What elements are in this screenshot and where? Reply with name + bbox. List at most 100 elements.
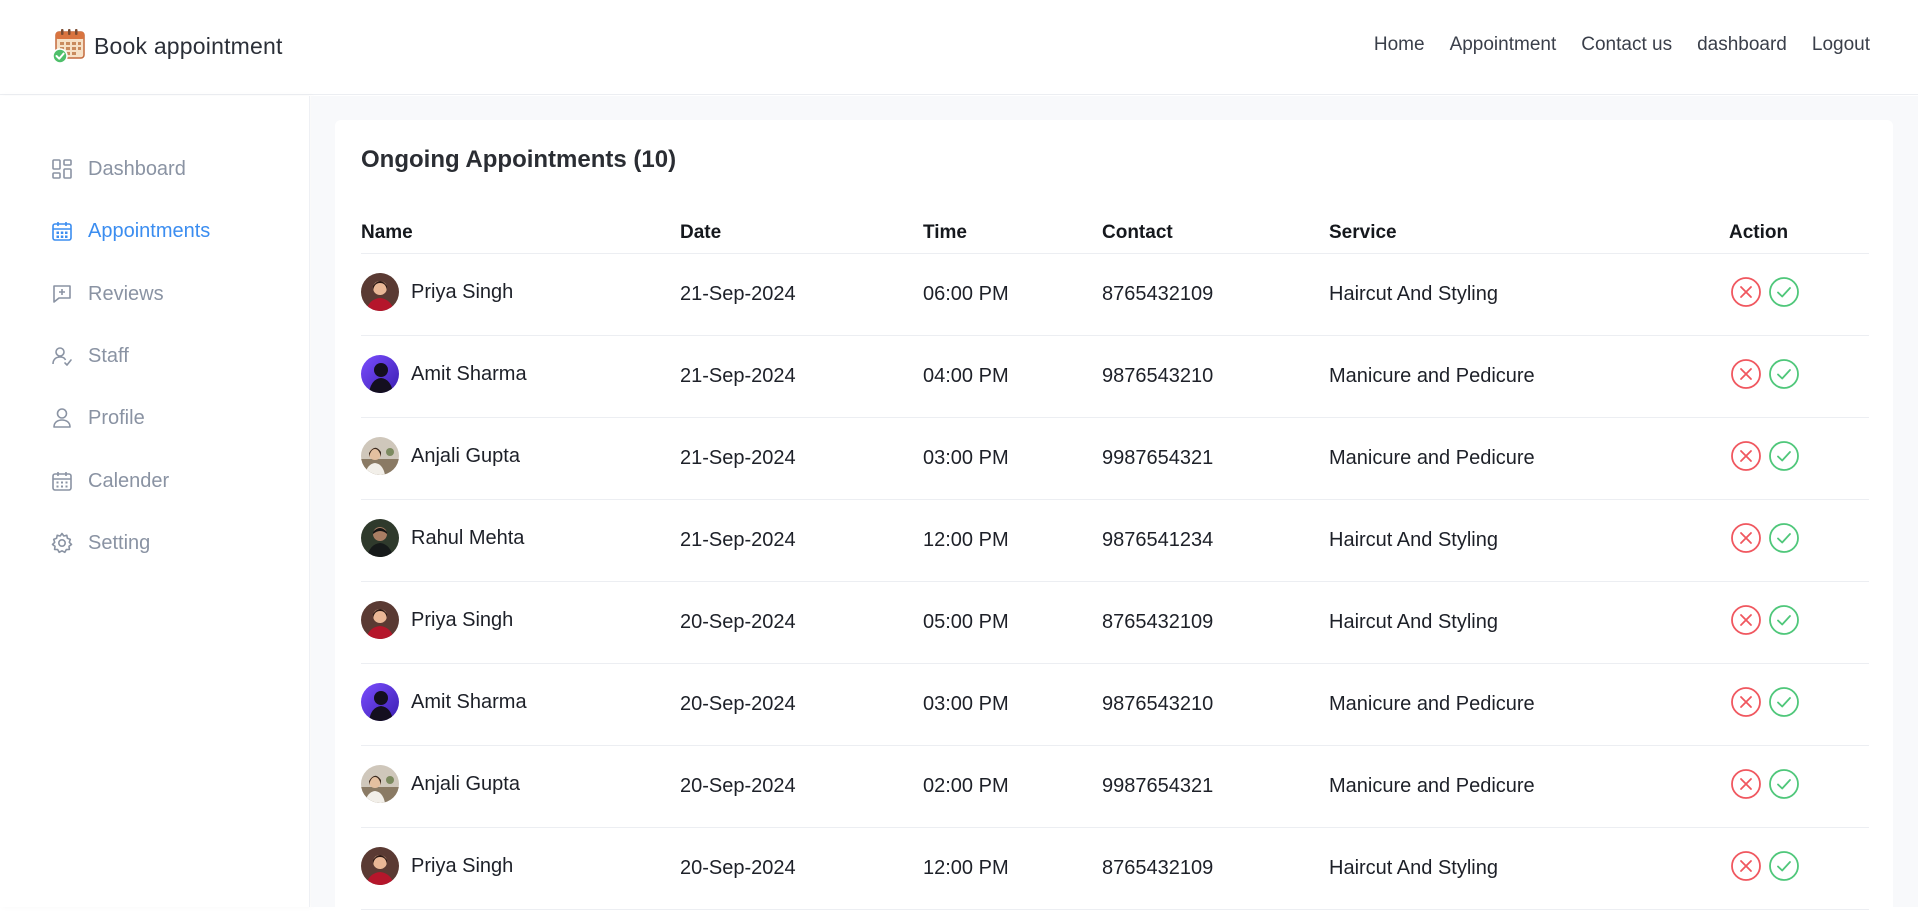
accept-check-icon[interactable] — [1768, 522, 1800, 554]
customer-name: Amit Sharma — [411, 362, 527, 385]
action-buttons — [1730, 440, 1800, 472]
reject-x-icon[interactable] — [1730, 850, 1762, 882]
nav-logout-link[interactable]: Logout — [1812, 34, 1870, 56]
name-cell: Priya Singh — [361, 847, 513, 885]
calendar-grid-icon — [50, 469, 74, 493]
table-row: Anjali Gupta 20-Sep-2024 02:00 PM 998765… — [361, 747, 1869, 828]
accept-check-icon[interactable] — [1768, 276, 1800, 308]
name-cell: Anjali Gupta — [361, 437, 520, 475]
name-cell: Amit Sharma — [361, 355, 527, 393]
action-buttons — [1730, 358, 1800, 390]
nav-home-link[interactable]: Home — [1374, 34, 1425, 56]
calendar-check-logo-icon — [52, 29, 85, 64]
table-header: Name Date Time Contact Service Action — [361, 218, 1869, 254]
avatar[interactable] — [361, 355, 399, 393]
customer-name: Amit Sharma — [411, 690, 527, 713]
name-cell: Rahul Mehta — [361, 519, 524, 557]
sidebar-item-dashboard[interactable]: Dashboard — [50, 151, 280, 187]
customer-name: Priya Singh — [411, 854, 514, 877]
sidebar-item-setting[interactable]: Setting — [50, 525, 280, 561]
action-buttons — [1730, 850, 1800, 882]
accept-check-icon[interactable] — [1768, 768, 1800, 800]
time-cell: 12:00 PM — [923, 529, 1009, 551]
accept-check-icon[interactable] — [1768, 358, 1800, 390]
column-header-action: Action — [1729, 222, 1789, 243]
accept-check-icon[interactable] — [1768, 686, 1800, 718]
service-cell: Manicure and Pedicure — [1329, 775, 1535, 797]
date-cell: 21-Sep-2024 — [680, 529, 796, 551]
date-cell: 20-Sep-2024 — [680, 693, 796, 715]
service-cell: Haircut And Styling — [1329, 857, 1498, 879]
avatar[interactable] — [361, 601, 399, 639]
sidebar-item-staff[interactable]: Staff — [50, 338, 280, 374]
reject-x-icon[interactable] — [1730, 604, 1762, 636]
reject-x-icon[interactable] — [1730, 768, 1762, 800]
avatar[interactable] — [361, 519, 399, 557]
accept-check-icon[interactable] — [1768, 440, 1800, 472]
sidebar-item-label: Dashboard — [88, 157, 186, 180]
nav-appointment-link[interactable]: Appointment — [1450, 34, 1557, 56]
reject-x-icon[interactable] — [1730, 440, 1762, 472]
service-cell: Haircut And Styling — [1329, 529, 1498, 551]
action-buttons — [1730, 522, 1800, 554]
time-cell: 03:00 PM — [923, 447, 1009, 469]
contact-cell: 9876543210 — [1102, 365, 1214, 387]
table-row: Priya Singh 20-Sep-2024 05:00 PM 8765432… — [361, 583, 1869, 664]
avatar[interactable] — [361, 437, 399, 475]
sidebar-item-profile[interactable]: Profile — [50, 400, 280, 436]
staff-icon — [50, 344, 74, 368]
reject-x-icon[interactable] — [1730, 358, 1762, 390]
avatar[interactable] — [361, 847, 399, 885]
service-cell: Manicure and Pedicure — [1329, 365, 1535, 387]
sidebar-item-calender[interactable]: Calender — [50, 463, 280, 499]
contact-cell: 8765432109 — [1102, 283, 1214, 305]
time-cell: 02:00 PM — [923, 775, 1009, 797]
contact-cell: 8765432109 — [1102, 611, 1214, 633]
nav-contact-link[interactable]: Contact us — [1581, 34, 1672, 56]
page-title: Ongoing Appointments (10) — [361, 146, 677, 173]
nav-dashboard-link[interactable]: dashboard — [1697, 34, 1787, 56]
reject-x-icon[interactable] — [1730, 686, 1762, 718]
action-buttons — [1730, 686, 1800, 718]
name-cell: Priya Singh — [361, 601, 513, 639]
time-cell: 12:00 PM — [923, 857, 1009, 879]
contact-cell: 9876541234 — [1102, 529, 1214, 551]
action-buttons — [1730, 768, 1800, 800]
table-row: Priya Singh 21-Sep-2024 06:00 PM 8765432… — [361, 255, 1869, 336]
sidebar-item-label: Setting — [88, 531, 151, 554]
date-cell: 20-Sep-2024 — [680, 775, 796, 797]
contact-cell: 9987654321 — [1102, 775, 1214, 797]
calendar-icon — [50, 219, 74, 243]
table-row: Rahul Mehta 21-Sep-2024 12:00 PM 9876541… — [361, 501, 1869, 582]
sidebar-item-reviews[interactable]: Reviews — [50, 276, 280, 312]
sidebar-item-label: Reviews — [88, 282, 164, 305]
sidebar-item-label: Staff — [88, 344, 129, 367]
contact-cell: 9987654321 — [1102, 447, 1214, 469]
brand[interactable]: Book appointment — [52, 28, 283, 64]
action-buttons — [1730, 604, 1800, 636]
time-cell: 04:00 PM — [923, 365, 1009, 387]
avatar[interactable] — [361, 683, 399, 721]
accept-check-icon[interactable] — [1768, 850, 1800, 882]
gear-icon — [50, 531, 74, 555]
service-cell: Haircut And Styling — [1329, 283, 1498, 305]
avatar[interactable] — [361, 273, 399, 311]
sidebar-item-label: Profile — [88, 406, 145, 429]
column-header-contact: Contact — [1102, 222, 1173, 243]
column-header-date: Date — [680, 222, 722, 243]
dashboard-icon — [50, 157, 74, 181]
accept-check-icon[interactable] — [1768, 604, 1800, 636]
customer-name: Anjali Gupta — [411, 772, 520, 795]
customer-name: Priya Singh — [411, 608, 514, 631]
reject-x-icon[interactable] — [1730, 522, 1762, 554]
time-cell: 06:00 PM — [923, 283, 1009, 305]
time-cell: 05:00 PM — [923, 611, 1009, 633]
avatar[interactable] — [361, 765, 399, 803]
sidebar-item-label: Appointments — [88, 219, 211, 242]
time-cell: 03:00 PM — [923, 693, 1009, 715]
sidebar-item-appointments[interactable]: Appointments — [50, 213, 280, 249]
date-cell: 21-Sep-2024 — [680, 447, 796, 469]
service-cell: Haircut And Styling — [1329, 611, 1498, 633]
reject-x-icon[interactable] — [1730, 276, 1762, 308]
appointments-card: Ongoing Appointments (10) Name Date Time… — [335, 120, 1893, 920]
